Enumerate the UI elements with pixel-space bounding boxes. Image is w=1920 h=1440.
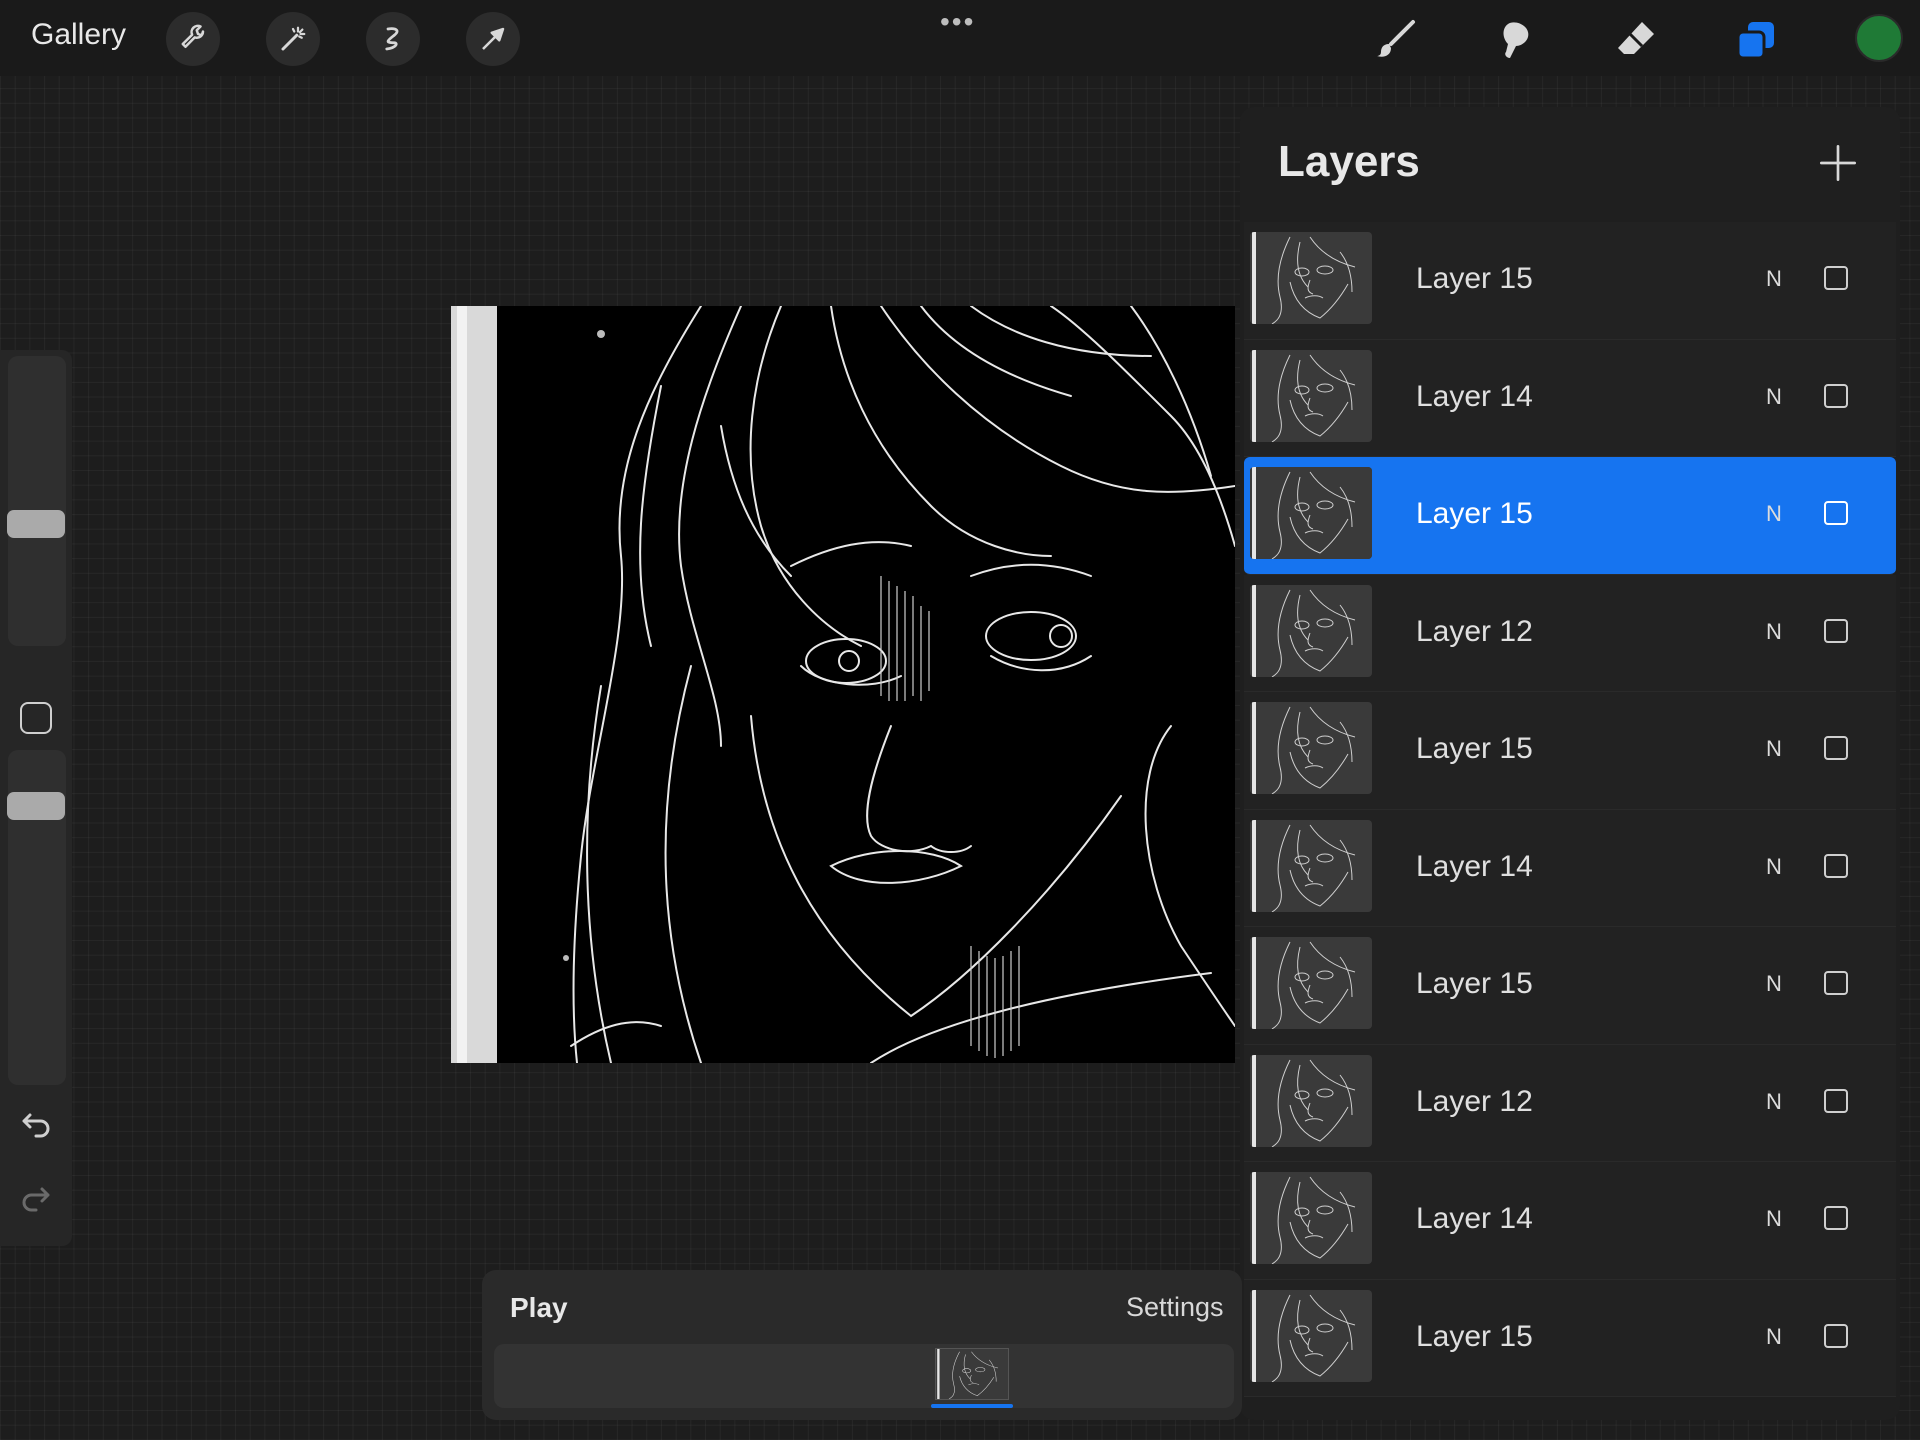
layer-thumbnail	[1250, 1054, 1372, 1147]
redo-icon[interactable]	[18, 1180, 54, 1216]
layer-row[interactable]: Layer 15 N	[1244, 1279, 1896, 1397]
layer-thumbnail	[1250, 232, 1372, 324]
layer-name: Layer 15	[1416, 967, 1533, 1000]
layer-name: Layer 15	[1416, 262, 1533, 295]
blend-mode-button[interactable]: N	[1766, 266, 1782, 292]
frame-thumbnail[interactable]	[935, 1348, 1009, 1400]
layer-thumbnail	[1250, 584, 1372, 677]
modify-button[interactable]	[20, 702, 52, 734]
layer-thumbnail	[1250, 349, 1372, 442]
left-sidebar	[0, 350, 72, 1246]
blend-mode-button[interactable]: N	[1766, 1324, 1782, 1350]
opacity-thumb[interactable]	[7, 792, 65, 820]
blend-mode-button[interactable]: N	[1766, 619, 1782, 645]
actions-wrench-icon[interactable]	[166, 12, 220, 66]
current-frame-indicator	[931, 1404, 1013, 1408]
brush-size-slider[interactable]	[8, 356, 66, 646]
layers-icon[interactable]	[1726, 10, 1786, 70]
layer-list: Layer 15 N Layer 14 N Layer 15 N Layer 1…	[1244, 222, 1896, 1397]
layer-row[interactable]: Layer 15 N	[1244, 222, 1896, 340]
layer-thumbnail	[1250, 819, 1372, 912]
layer-row[interactable]: Layer 14 N	[1244, 809, 1896, 927]
sketch-artwork	[451, 306, 1235, 1063]
layer-name: Layer 12	[1416, 614, 1533, 648]
visibility-checkbox[interactable]	[1824, 1088, 1848, 1113]
gallery-button[interactable]: Gallery	[31, 18, 126, 52]
layer-name: Layer 15	[1416, 732, 1533, 765]
undo-icon[interactable]	[18, 1106, 54, 1142]
blend-mode-button[interactable]: N	[1766, 501, 1782, 527]
layer-row[interactable]: Layer 15 N	[1244, 692, 1896, 810]
layer-row[interactable]: Layer 14 N	[1244, 339, 1896, 457]
visibility-checkbox[interactable]	[1824, 618, 1848, 643]
layer-name: Layer 14	[1416, 379, 1533, 413]
layers-panel-title: Layers	[1278, 137, 1420, 186]
layer-row[interactable]: Layer 15 N	[1244, 927, 1896, 1045]
brush-icon[interactable]	[1365, 10, 1425, 70]
layer-thumbnail	[1250, 1172, 1372, 1264]
visibility-checkbox[interactable]	[1824, 266, 1848, 290]
visibility-checkbox[interactable]	[1824, 501, 1848, 525]
adjustments-magic-wand-icon[interactable]	[266, 12, 320, 66]
layer-name: Layer 14	[1416, 1202, 1533, 1235]
eraser-icon[interactable]	[1606, 10, 1666, 70]
layer-name: Layer 15	[1416, 497, 1533, 530]
visibility-checkbox[interactable]	[1824, 383, 1848, 408]
layer-row-selected[interactable]: Layer 15 N	[1244, 457, 1896, 575]
visibility-checkbox[interactable]	[1824, 1206, 1848, 1230]
layer-row[interactable]: Layer 14 N	[1244, 1162, 1896, 1280]
layer-row[interactable]: Layer 12 N	[1244, 1044, 1896, 1162]
selection-icon[interactable]	[366, 12, 420, 66]
play-button[interactable]: Play	[510, 1292, 568, 1324]
layer-name: Layer 14	[1416, 849, 1533, 883]
transform-arrow-icon[interactable]	[466, 12, 520, 66]
layers-panel: Layers Layer 15 N Layer 14 N Layer 15 N …	[1240, 107, 1900, 1420]
visibility-checkbox[interactable]	[1824, 1323, 1848, 1348]
frame-strip[interactable]	[494, 1344, 1234, 1408]
animation-timeline: Play Settings	[482, 1270, 1242, 1420]
more-options-icon[interactable]: •••	[940, 6, 975, 38]
drawing-canvas[interactable]	[451, 306, 1235, 1063]
blend-mode-button[interactable]: N	[1766, 854, 1782, 880]
blend-mode-button[interactable]: N	[1766, 1089, 1782, 1115]
visibility-checkbox[interactable]	[1824, 736, 1848, 760]
visibility-checkbox[interactable]	[1824, 853, 1848, 878]
blend-mode-button[interactable]: N	[1766, 971, 1782, 997]
layer-thumbnail	[1250, 467, 1372, 559]
blend-mode-button[interactable]: N	[1766, 1206, 1782, 1232]
add-layer-plus-icon[interactable]	[1818, 143, 1858, 183]
layer-name: Layer 15	[1416, 1319, 1533, 1353]
blend-mode-button[interactable]: N	[1766, 384, 1782, 410]
brush-size-thumb[interactable]	[7, 510, 65, 538]
layer-name: Layer 12	[1416, 1084, 1533, 1118]
layer-row[interactable]: Layer 12 N	[1244, 574, 1896, 692]
settings-button[interactable]: Settings	[1126, 1292, 1224, 1323]
layer-thumbnail	[1250, 1289, 1372, 1382]
color-swatch[interactable]	[1855, 14, 1903, 62]
blend-mode-button[interactable]: N	[1766, 736, 1782, 762]
layer-thumbnail	[1250, 702, 1372, 794]
smudge-icon[interactable]	[1486, 10, 1546, 70]
layer-thumbnail	[1250, 937, 1372, 1029]
top-toolbar: Gallery •••	[0, 0, 1920, 76]
visibility-checkbox[interactable]	[1824, 971, 1848, 995]
